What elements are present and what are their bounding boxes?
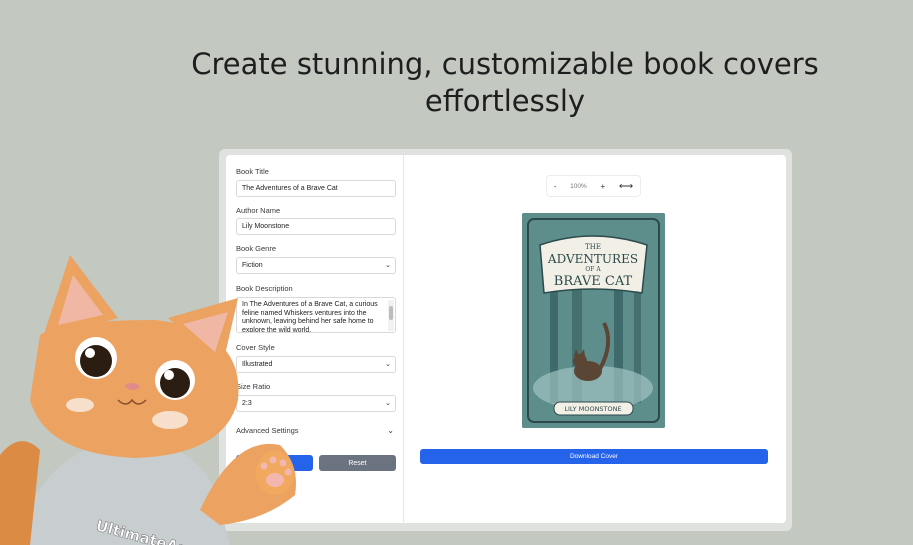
chevron-down-icon: ⌄ xyxy=(387,426,394,435)
chevron-down-icon: ⌄ xyxy=(385,400,391,407)
chevron-down-icon: ⌄ xyxy=(385,262,391,269)
zoom-out-button[interactable]: - xyxy=(554,182,557,191)
download-cover-button[interactable]: Download Cover xyxy=(420,449,768,464)
fit-width-icon[interactable]: ⟷ xyxy=(619,181,633,192)
reset-button[interactable]: Reset xyxy=(319,455,396,471)
headline-line-2: effortlessly xyxy=(424,84,586,118)
book-title-input[interactable]: The Adventures of a Brave Cat xyxy=(236,180,396,197)
book-cover-preview: THE ADVENTURES OF A BRAVE CAT LILY MOONS… xyxy=(522,213,665,428)
cat-mascot-illustration: UltimateApp xyxy=(0,255,296,545)
cover-title-line-2: ADVENTURES xyxy=(547,252,638,266)
headline-line-1: Create stunning, customizable book cover… xyxy=(191,47,819,81)
app-window: Book Title The Adventures of a Brave Cat… xyxy=(226,155,786,523)
cover-title-line-3: OF A xyxy=(585,266,601,273)
zoom-in-button[interactable]: + xyxy=(600,182,605,191)
zoom-level: 100% xyxy=(570,182,587,190)
headline: Create stunning, customizable book cover… xyxy=(180,46,830,120)
cover-title-line-4: BRAVE CAT xyxy=(554,274,633,289)
book-title-label: Book Title xyxy=(236,167,269,176)
cover-title-line-1: THE xyxy=(585,243,601,251)
zoom-toolbar: - 100% + ⟷ xyxy=(546,175,641,197)
author-name-label: Author Name xyxy=(236,206,281,215)
chevron-down-icon: ⌄ xyxy=(385,361,391,368)
textarea-scrollbar[interactable] xyxy=(388,300,394,331)
cover-author: LILY MOONSTONE xyxy=(564,405,621,413)
author-name-input[interactable]: Lily Moonstone xyxy=(236,218,396,235)
cover-illustration: THE ADVENTURES OF A BRAVE CAT LILY MOONS… xyxy=(522,213,665,428)
